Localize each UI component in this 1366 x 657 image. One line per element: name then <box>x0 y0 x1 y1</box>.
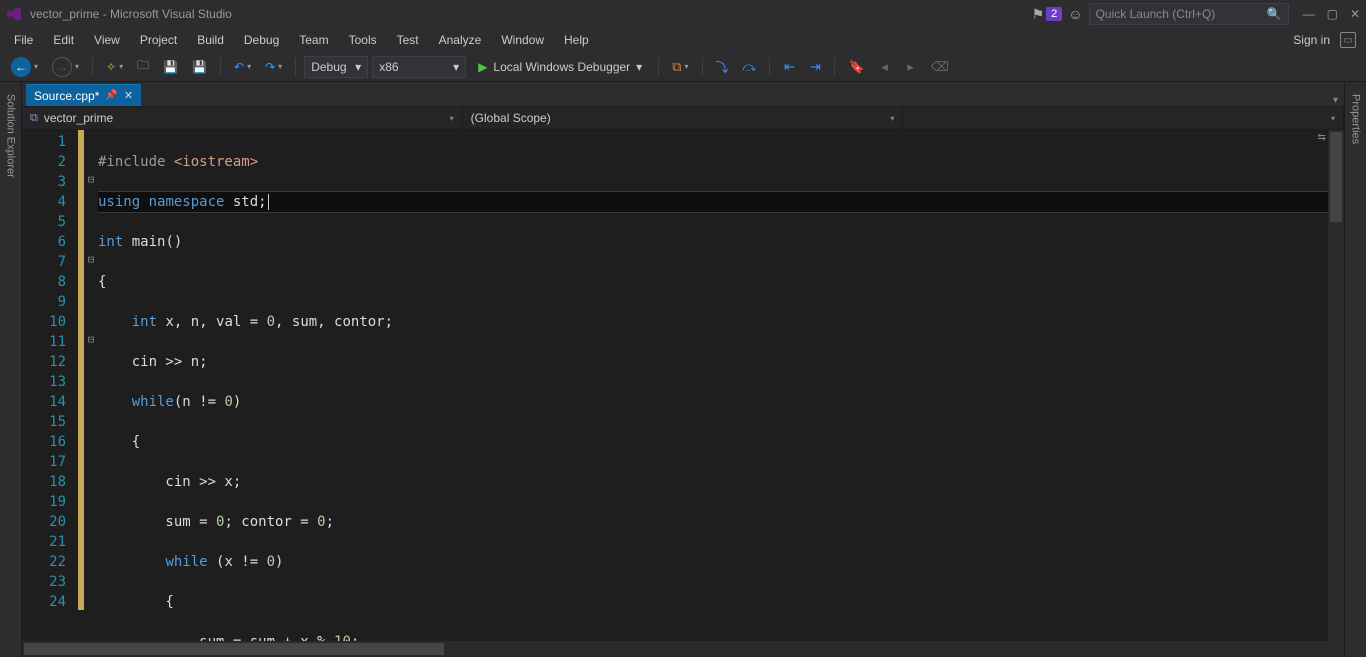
bookmark-icon: 🔖 <box>848 59 864 75</box>
sign-in-link[interactable]: Sign in <box>1293 33 1330 47</box>
outdent-icon: ⇤ <box>784 59 795 75</box>
properties-tab[interactable]: Properties <box>1350 88 1362 150</box>
solution-platform-dropdown[interactable]: x86▾ <box>372 56 466 78</box>
quick-launch-input[interactable]: Quick Launch (Ctrl+Q) 🔍 <box>1089 3 1289 25</box>
solution-explorer-tab[interactable]: Solution Explorer <box>5 88 17 184</box>
vertical-scrollbar[interactable] <box>1328 130 1344 657</box>
save-button[interactable]: 💾 <box>158 56 183 78</box>
document-tab[interactable]: Source.cpp* 📌 ✕ <box>26 84 141 106</box>
feedback-icon[interactable]: ☺ <box>1068 6 1082 22</box>
title-bar: vector_prime - Microsoft Visual Studio ⚑… <box>0 0 1366 28</box>
new-project-icon: ✧ <box>106 60 116 74</box>
menu-analyze[interactable]: Analyze <box>431 30 490 50</box>
bookmark-button[interactable]: 🔖 <box>843 56 869 78</box>
left-tool-rail: Solution Explorer <box>0 82 22 657</box>
tab-title: Source.cpp* <box>34 89 99 103</box>
document-tab-row: Source.cpp* 📌 ✕ ▾ <box>22 82 1344 106</box>
right-tool-rail: Properties <box>1344 82 1366 657</box>
process-button[interactable]: ⧉▾ <box>667 56 693 78</box>
indent-less-button[interactable]: ⇤ <box>778 56 800 78</box>
start-debugging-button[interactable]: ▶ Local Windows Debugger ▾ <box>470 56 650 78</box>
line-number-gutter: 12 34 56 78 910 1112 1314 1516 1718 1920… <box>22 130 78 657</box>
step-over-button[interactable]: ⤼ <box>738 56 762 78</box>
step-into-button[interactable]: ⤵ <box>711 56 734 78</box>
save-all-icon: 💾 <box>192 60 207 74</box>
avatar-icon[interactable]: ▭ <box>1340 32 1356 48</box>
member-dropdown[interactable]: ▾ <box>903 107 1344 129</box>
notifications-button[interactable]: ⚑ 2 <box>1032 6 1063 23</box>
maximize-button[interactable]: ▢ <box>1327 7 1338 21</box>
undo-button[interactable]: ↶▾ <box>229 56 256 78</box>
prev-bookmark-button[interactable]: ◂ <box>874 56 896 78</box>
outlining-margin[interactable]: ⊟ ⊟ ⊟ <box>84 130 98 657</box>
menu-build[interactable]: Build <box>189 30 232 50</box>
menu-test[interactable]: Test <box>389 30 427 50</box>
code-editor[interactable]: 12 34 56 78 910 1112 1314 1516 1718 1920… <box>22 130 1344 657</box>
menu-view[interactable]: View <box>86 30 128 50</box>
project-dropdown[interactable]: ⧉vector_prime ▾ <box>22 107 463 129</box>
clear-bookmarks-button[interactable]: ⌫ <box>926 56 954 78</box>
step-into-icon: ⤵ <box>716 57 729 76</box>
nav-back-button[interactable]: ←▾ <box>6 56 43 78</box>
process-icon: ⧉ <box>672 59 681 75</box>
indent-icon: ⇥ <box>810 59 821 75</box>
close-tab-icon[interactable]: ✕ <box>124 89 133 102</box>
open-folder-icon: 🗀 <box>137 56 149 77</box>
save-icon: 💾 <box>163 60 178 74</box>
solution-config-dropdown[interactable]: Debug▾ <box>304 56 368 78</box>
quick-launch-placeholder: Quick Launch (Ctrl+Q) <box>1096 7 1261 21</box>
notification-count: 2 <box>1046 7 1062 21</box>
text-cursor <box>268 194 269 210</box>
indent-more-button[interactable]: ⇥ <box>804 56 826 78</box>
navigation-bar: ⧉vector_prime ▾ (Global Scope)▾ ▾ <box>22 106 1344 130</box>
redo-icon: ↷ <box>265 60 275 74</box>
flag-icon: ⚑ <box>1032 6 1045 23</box>
search-icon: 🔍 <box>1267 7 1282 21</box>
standard-toolbar: ←▾ →▾ ✧▾ 🗀 💾 💾 ↶▾ ↷▾ Debug▾ x86▾ ▶ Local… <box>0 52 1366 82</box>
save-all-button[interactable]: 💾 <box>187 56 212 78</box>
nav-forward-button[interactable]: →▾ <box>47 56 84 78</box>
menu-team[interactable]: Team <box>291 30 336 50</box>
menu-window[interactable]: Window <box>493 30 552 50</box>
next-bookmark-icon: ▸ <box>907 59 914 75</box>
next-bookmark-button[interactable]: ▸ <box>900 56 922 78</box>
cpp-project-icon: ⧉ <box>30 112 38 125</box>
new-project-button[interactable]: ✧▾ <box>101 56 128 78</box>
menu-bar: File Edit View Project Build Debug Team … <box>0 28 1366 52</box>
minimize-button[interactable]: — <box>1303 7 1315 21</box>
horizontal-scrollbar[interactable] <box>22 641 1328 657</box>
menu-tools[interactable]: Tools <box>341 30 385 50</box>
tab-list-dropdown[interactable]: ▾ <box>1327 95 1344 106</box>
pin-icon[interactable]: 📌 <box>105 90 117 101</box>
scope-dropdown[interactable]: (Global Scope)▾ <box>463 107 904 129</box>
undo-icon: ↶ <box>234 60 244 74</box>
arrow-right-icon: → <box>52 57 72 77</box>
prev-bookmark-icon: ◂ <box>881 59 888 75</box>
menu-debug[interactable]: Debug <box>236 30 287 50</box>
redo-button[interactable]: ↷▾ <box>260 56 287 78</box>
clear-bookmarks-icon: ⌫ <box>931 59 949 75</box>
menu-help[interactable]: Help <box>556 30 597 50</box>
split-editor-icon[interactable]: ⇆ <box>1318 132 1326 143</box>
code-area[interactable]: #include <iostream> using namespace std;… <box>98 130 1344 657</box>
menu-file[interactable]: File <box>6 30 41 50</box>
open-file-button[interactable]: 🗀 <box>132 56 154 78</box>
step-over-icon: ⤼ <box>743 59 757 75</box>
arrow-left-icon: ← <box>11 57 31 77</box>
play-icon: ▶ <box>478 60 487 74</box>
close-button[interactable]: ✕ <box>1350 7 1360 21</box>
menu-project[interactable]: Project <box>132 30 185 50</box>
window-title: vector_prime - Microsoft Visual Studio <box>30 7 232 21</box>
vs-logo-icon <box>6 6 22 22</box>
menu-edit[interactable]: Edit <box>45 30 82 50</box>
